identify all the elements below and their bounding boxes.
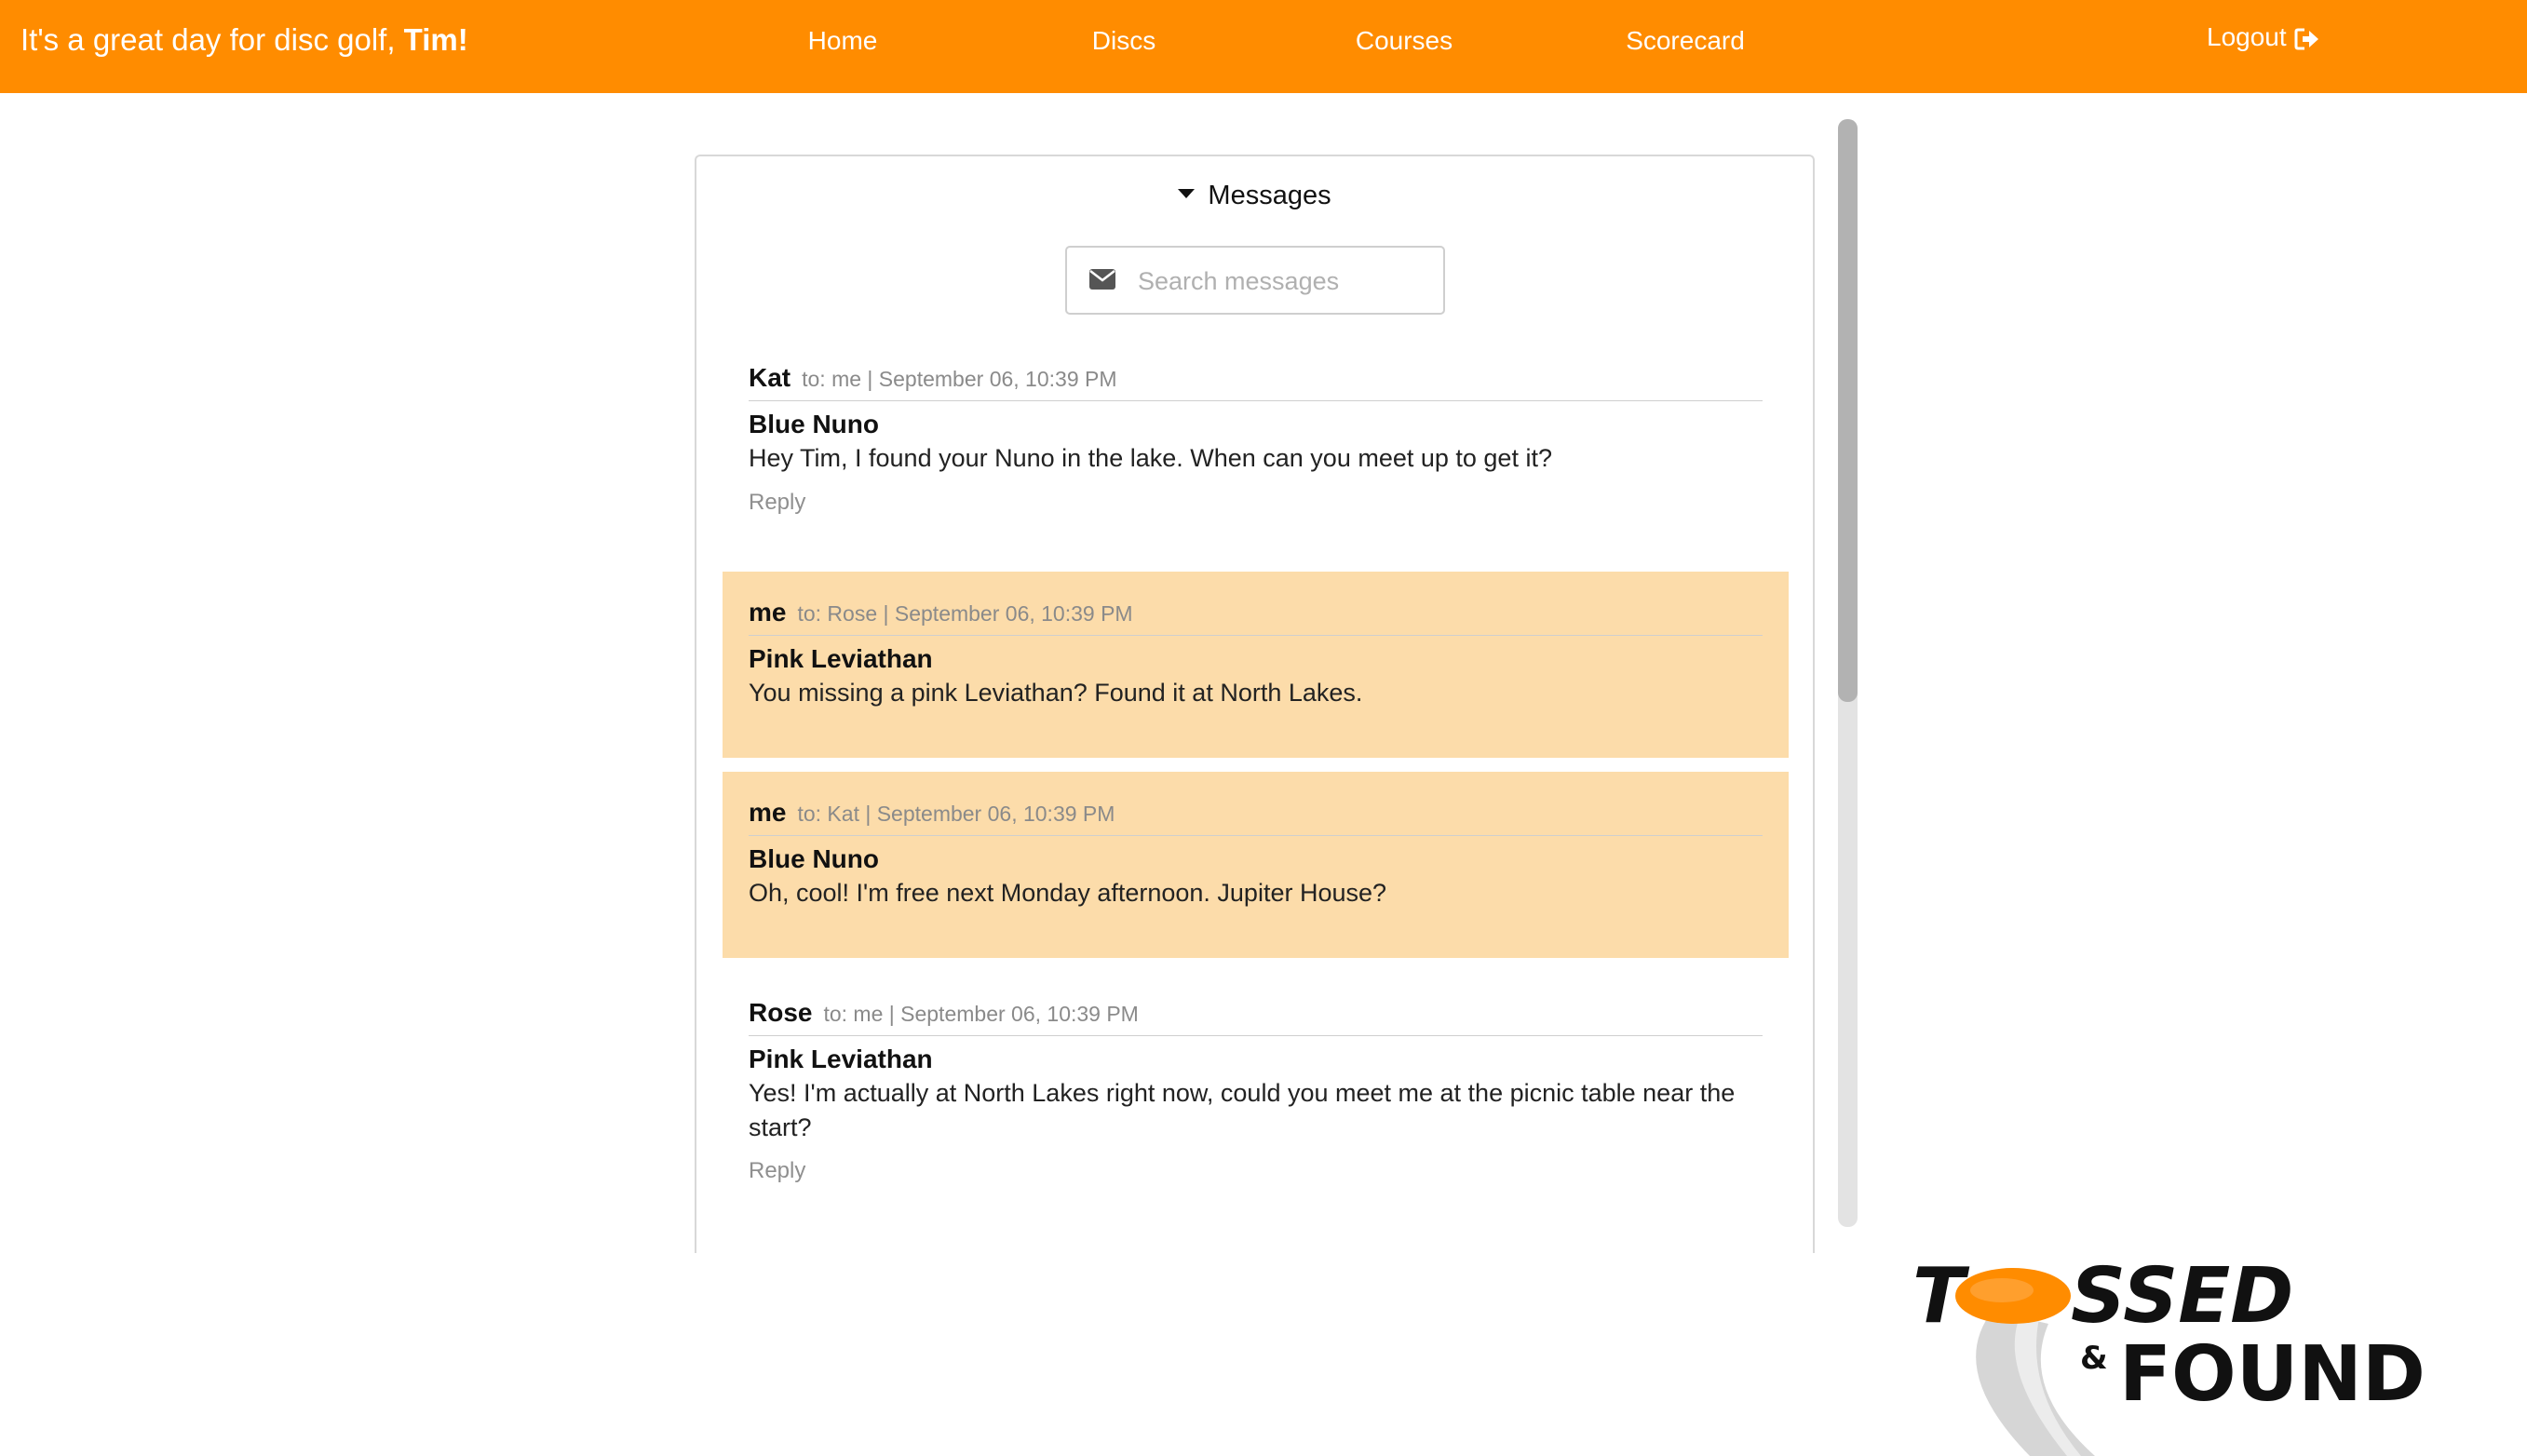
logo-ampersand: & (2080, 1340, 2108, 1377)
message-sender: Rose (749, 998, 813, 1027)
tossed-and-found-logo: T SSED & FOUND (1912, 1259, 2426, 1456)
nav-courses-link[interactable]: Courses (1356, 26, 1453, 56)
message-header: me to: Kat | September 06, 10:39 PM (749, 798, 1763, 836)
logo-word-ssed: SSED (2071, 1259, 2293, 1341)
top-navbar: It's a great day for disc golf, Tim! Hom… (0, 0, 2527, 93)
message-header: me to: Rose | September 06, 10:39 PM (749, 598, 1763, 636)
scrollbar-track[interactable] (1838, 119, 1858, 1227)
reply-link[interactable]: Reply (749, 490, 805, 516)
message-item-sent: me to: Kat | September 06, 10:39 PM Blue … (723, 772, 1789, 958)
message-subject: Pink Leviathan (749, 644, 933, 673)
message-header: Rose to: me | September 06, 10:39 PM (749, 998, 1763, 1036)
message-meta: to: me | September 06, 10:39 PM (823, 1002, 1139, 1026)
logout-label: Logout (2207, 22, 2287, 51)
message-meta: to: me | September 06, 10:39 PM (802, 367, 1117, 391)
greeting-user-name: Tim! (403, 22, 468, 57)
search-input[interactable] (1136, 257, 1428, 305)
greeting: It's a great day for disc golf, Tim! (20, 22, 468, 58)
messages-card: Messages Kat to: me | September 06, 10:39… (695, 155, 1815, 1253)
message-body: You missing a pink Leviathan? Found it a… (749, 679, 1363, 707)
reply-link[interactable]: Reply (749, 1158, 805, 1184)
nav-scorecard-link[interactable]: Scorecard (1626, 26, 1745, 56)
logo-word-found: FOUND (2119, 1330, 2426, 1419)
message-subject: Pink Leviathan (749, 1045, 933, 1073)
message-meta: to: Kat | September 06, 10:39 PM (797, 802, 1115, 826)
message-sender: me (749, 598, 787, 627)
caret-down-icon (1178, 189, 1196, 199)
message-meta: to: Rose | September 06, 10:39 PM (797, 601, 1133, 626)
message-sender: me (749, 798, 787, 827)
logout-button[interactable]: Logout (2207, 22, 2320, 52)
message-item: Rose to: me | September 06, 10:39 PM Pink… (723, 998, 1789, 1221)
sign-out-icon (2294, 28, 2318, 50)
nav-home-link[interactable]: Home (808, 26, 878, 56)
envelope-icon (1089, 269, 1115, 290)
greeting-text: It's a great day for disc golf, (20, 22, 404, 57)
messages-toggle[interactable]: Messages (696, 181, 1813, 211)
nav-discs-link[interactable]: Discs (1092, 26, 1155, 56)
message-subject: Blue Nuno (749, 844, 879, 873)
message-item-sent: me to: Rose | September 06, 10:39 PM Pink… (723, 572, 1789, 758)
scrollbar-thumb[interactable] (1838, 119, 1858, 702)
message-header: Kat to: me | September 06, 10:39 PM (749, 363, 1763, 401)
message-subject: Blue Nuno (749, 410, 879, 438)
message-sender: Kat (749, 363, 791, 392)
message-body: Oh, cool! I'm free next Monday afternoon… (749, 879, 1387, 907)
message-body: Hey Tim, I found your Nuno in the lake. … (749, 444, 1552, 472)
message-item: Kat to: me | September 06, 10:39 PM Blue … (723, 363, 1789, 540)
search-field[interactable] (1065, 246, 1445, 315)
messages-title: Messages (1208, 181, 1331, 210)
message-body: Yes! I'm actually at North Lakes right n… (749, 1079, 1736, 1141)
